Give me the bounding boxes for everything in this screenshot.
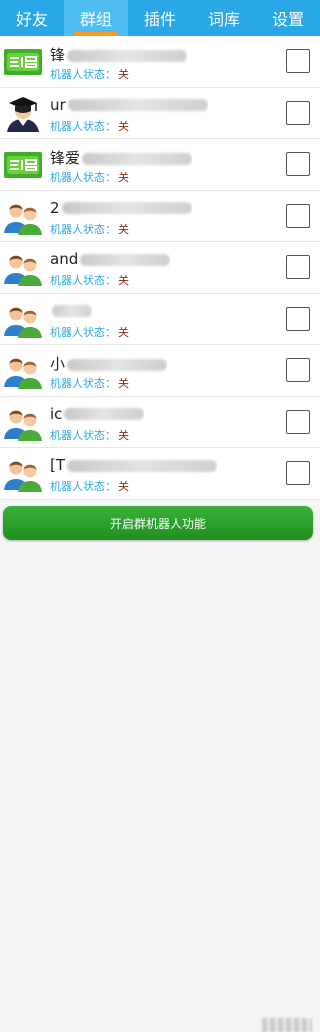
group-people-icon xyxy=(3,300,43,340)
robot-status: 机器人状态：关 xyxy=(50,221,129,237)
group-name: ic xyxy=(50,404,145,423)
redacted-text xyxy=(67,49,188,62)
group-people-icon xyxy=(3,197,43,237)
watermark xyxy=(262,1018,312,1032)
group-row[interactable]: 小机器人状态：关 xyxy=(0,345,320,397)
group-name xyxy=(50,302,92,320)
robot-status: 机器人状态：关 xyxy=(50,169,129,185)
group-name-text: 锋爱 xyxy=(50,149,81,167)
logo-green-icon xyxy=(3,42,43,82)
group-row[interactable]: ur 机器人状态：关 xyxy=(0,88,320,139)
robot-status-label: 机器人状态： xyxy=(50,222,116,236)
robot-status-label: 机器人状态： xyxy=(50,480,116,493)
tab-plugins[interactable]: 插件 xyxy=(128,0,192,36)
robot-status-value: 关 xyxy=(118,325,129,339)
group-name: 小 xyxy=(50,353,168,374)
robot-status-label: 机器人状态： xyxy=(50,325,116,339)
tab-friends[interactable]: 好友 xyxy=(0,0,64,36)
group-row[interactable]: [T 机器人状态：关 xyxy=(0,448,320,500)
robot-status-label: 机器人状态： xyxy=(50,68,116,81)
group-checkbox[interactable] xyxy=(286,358,310,382)
robot-status-label: 机器人状态： xyxy=(50,171,116,184)
enable-group-robot-button[interactable]: 开启群机器人功能 xyxy=(3,506,313,540)
group-checkbox[interactable] xyxy=(286,461,310,485)
tab-label: 设置 xyxy=(271,10,304,29)
robot-status-value: 关 xyxy=(118,480,129,493)
robot-status: 机器人状态：关 xyxy=(50,427,129,443)
tab-lexicon[interactable]: 词库 xyxy=(192,0,256,36)
redacted-text xyxy=(82,152,193,165)
group-checkbox[interactable] xyxy=(286,203,310,228)
tab-groups[interactable]: 群组 xyxy=(64,0,128,36)
redacted-text xyxy=(52,305,92,317)
redacted-text xyxy=(61,202,192,214)
robot-status-value: 关 xyxy=(118,68,129,81)
robot-status: 机器人状态：关 xyxy=(50,375,129,391)
group-name-text: 2 xyxy=(50,198,60,217)
robot-status-label: 机器人状态： xyxy=(50,428,116,442)
group-name: 2 xyxy=(50,199,192,217)
robot-status-label: 机器人状态： xyxy=(50,274,116,287)
group-name: ur xyxy=(50,96,208,114)
group-people-icon xyxy=(3,248,43,288)
group-name: 锋爱 xyxy=(50,147,193,168)
group-name-text: 锋 xyxy=(50,46,66,64)
tab-settings[interactable]: 设置 xyxy=(256,0,320,36)
robot-status-value: 关 xyxy=(118,119,129,133)
group-name: [T xyxy=(50,456,218,474)
robot-status: 机器人状态：关 xyxy=(50,272,129,288)
group-list: 锋机器人状态：关 ur 机器人状态：关锋爱 机器人状态：关 2 机器人状态：关 and 机器人… xyxy=(0,36,320,500)
tab-label: 好友 xyxy=(15,10,48,29)
redacted-text xyxy=(67,99,208,111)
group-checkbox[interactable] xyxy=(286,152,310,176)
robot-status: 机器人状态：关 xyxy=(50,66,129,82)
graduate-avatar-icon xyxy=(3,94,43,134)
robot-status-value: 关 xyxy=(118,222,129,236)
group-name: 锋 xyxy=(50,44,188,65)
tab-bar: 好友 群组 插件 词库 设置 xyxy=(0,0,320,36)
tab-label: 群组 xyxy=(79,10,112,29)
robot-status: 机器人状态：关 xyxy=(50,478,129,494)
group-row[interactable]: 机器人状态：关 xyxy=(0,294,320,345)
robot-status-value: 关 xyxy=(118,171,129,184)
group-checkbox[interactable] xyxy=(286,306,310,331)
tab-label: 词库 xyxy=(207,10,240,29)
robot-status-value: 关 xyxy=(118,428,129,442)
redacted-text xyxy=(64,408,145,420)
group-checkbox[interactable] xyxy=(286,255,310,279)
robot-status: 机器人状态：关 xyxy=(50,324,129,340)
robot-status-value: 关 xyxy=(118,274,129,287)
robot-status-value: 关 xyxy=(118,377,129,390)
group-name: and xyxy=(50,250,171,268)
group-row[interactable]: 锋机器人状态：关 xyxy=(0,36,320,88)
group-checkbox[interactable] xyxy=(286,100,310,125)
logo-green-icon xyxy=(3,145,43,185)
bottom-bar: 开启群机器人功能 xyxy=(0,500,320,1032)
group-people-icon xyxy=(3,454,43,494)
group-row[interactable]: ic 机器人状态：关 xyxy=(0,397,320,448)
group-name-text: 小 xyxy=(50,355,66,373)
group-row[interactable]: and 机器人状态：关 xyxy=(0,242,320,294)
group-name-text: ur xyxy=(50,95,66,114)
redacted-text xyxy=(80,253,171,266)
robot-status: 机器人状态：关 xyxy=(50,118,129,134)
group-people-icon xyxy=(3,403,43,443)
group-people-icon xyxy=(3,351,43,391)
group-checkbox[interactable] xyxy=(286,409,310,434)
group-row[interactable]: 2 机器人状态：关 xyxy=(0,191,320,242)
tab-label: 插件 xyxy=(143,10,176,29)
group-name-text: ic xyxy=(50,404,63,423)
group-name-text: and xyxy=(50,250,79,268)
group-row[interactable]: 锋爱机器人状态：关 xyxy=(0,139,320,191)
group-checkbox[interactable] xyxy=(286,49,310,73)
robot-status-label: 机器人状态： xyxy=(50,377,116,390)
group-name-text: [T xyxy=(50,456,66,474)
redacted-text xyxy=(67,358,168,371)
redacted-text xyxy=(67,459,218,472)
robot-status-label: 机器人状态： xyxy=(50,119,116,133)
